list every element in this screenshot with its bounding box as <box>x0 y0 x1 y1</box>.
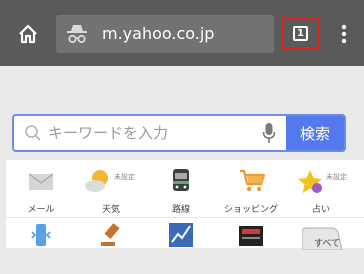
stocks-icon <box>169 223 193 247</box>
mail-icon <box>28 173 54 190</box>
star-icon <box>298 170 322 193</box>
service-label: すべて <box>314 239 341 249</box>
service-shopping[interactable]: ショッピング <box>216 162 286 216</box>
address-bar[interactable]: m.yahoo.co.jp <box>56 15 274 53</box>
incognito-icon <box>67 25 87 44</box>
overflow-menu-icon[interactable] <box>335 23 353 45</box>
service-label: ショッピング <box>223 205 278 215</box>
service-label: メール <box>27 205 55 215</box>
service-label: 路線 <box>171 205 190 215</box>
service-news[interactable] <box>216 220 286 274</box>
home-icon[interactable] <box>16 22 40 46</box>
shopping-cart-icon <box>240 169 266 192</box>
news-icon <box>239 226 263 246</box>
microphone-icon[interactable] <box>262 122 276 144</box>
service-mail[interactable]: メール <box>6 162 76 216</box>
service-grid: メール 未設定 天気 路線 ショッピング 未設定 占い すべて <box>6 160 364 250</box>
service-mobile[interactable] <box>6 220 76 274</box>
browser-toolbar: m.yahoo.co.jp 1 <box>0 0 364 66</box>
search-button[interactable]: 検索 <box>286 116 344 150</box>
url-text[interactable]: m.yahoo.co.jp <box>102 24 214 43</box>
auction-icon <box>101 223 120 246</box>
row-divider <box>6 217 364 218</box>
tab-count: 1 <box>293 26 308 41</box>
service-transit[interactable]: 路線 <box>146 162 216 216</box>
search-icon <box>25 125 41 141</box>
search-input[interactable] <box>48 116 258 150</box>
search-bar: 検索 <box>12 114 346 152</box>
service-finance[interactable] <box>146 220 216 274</box>
service-label: 占い <box>311 205 330 215</box>
weather-icon <box>85 170 108 192</box>
train-icon <box>173 169 189 191</box>
service-fortune[interactable]: 未設定 占い <box>286 162 356 216</box>
service-auction[interactable] <box>76 220 146 274</box>
phone-icon <box>31 224 51 246</box>
service-all[interactable]: すべて <box>286 220 356 274</box>
service-label: 天気 <box>101 205 120 215</box>
tab-switcher-button[interactable]: 1 <box>281 17 320 50</box>
setup-badge: 未設定 <box>326 173 347 181</box>
service-weather[interactable]: 未設定 天気 <box>76 162 146 216</box>
setup-badge: 未設定 <box>114 173 135 181</box>
